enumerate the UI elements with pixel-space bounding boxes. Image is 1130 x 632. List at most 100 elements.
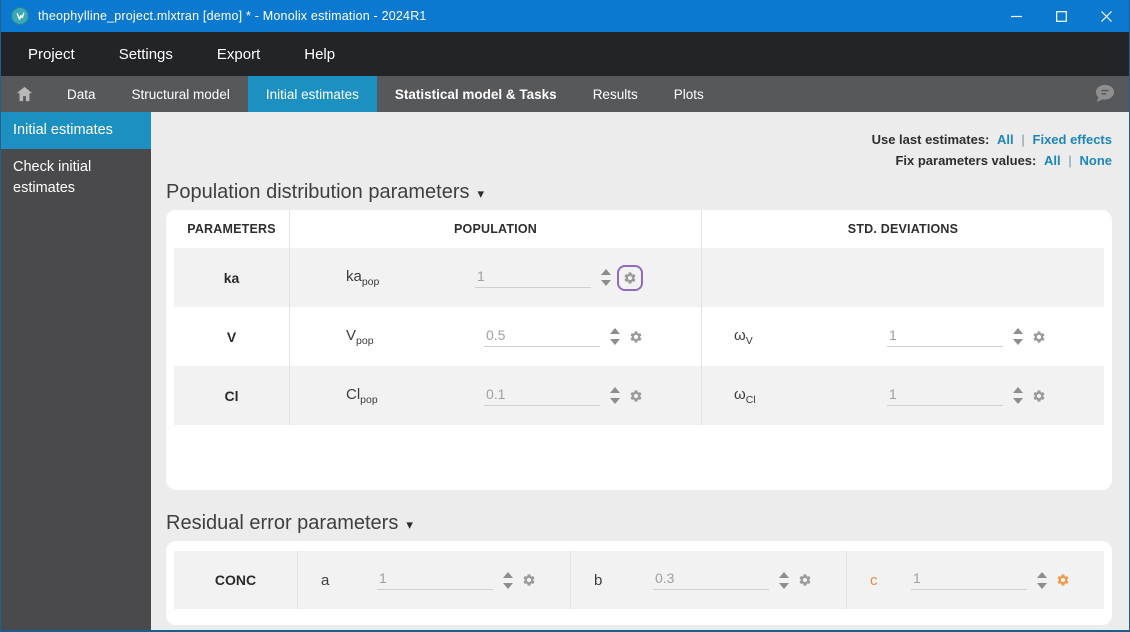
error-param-a-label: a bbox=[321, 572, 329, 589]
error-param-b-label: b bbox=[594, 572, 602, 589]
param-name: Cl bbox=[174, 366, 290, 425]
value-stepper[interactable] bbox=[601, 269, 611, 286]
sidebar-item-check-initial-estimates[interactable]: Check initial estimates bbox=[1, 149, 151, 207]
minimize-button[interactable] bbox=[994, 0, 1039, 32]
stepper-up-icon bbox=[1013, 328, 1023, 334]
collapse-caret-icon: ▾ bbox=[478, 186, 485, 202]
table-row-conc: CONC a 1 b 0.3 bbox=[174, 551, 1104, 609]
std-param-label: ωCl bbox=[734, 386, 756, 406]
maximize-button[interactable] bbox=[1039, 0, 1084, 32]
c-value-input[interactable]: 1 bbox=[911, 570, 1027, 590]
feedback-bubble-icon[interactable] bbox=[1093, 76, 1129, 112]
std-param-label: ωV bbox=[734, 327, 753, 347]
title-bar: theophylline_project.mlxtran [demo] * - … bbox=[1, 0, 1129, 32]
population-card: PARAMETERS POPULATION STD. DEVIATIONS ka… bbox=[166, 210, 1112, 490]
column-header-parameters: PARAMETERS bbox=[174, 210, 290, 248]
cl-pop-value-input[interactable]: 0.1 bbox=[484, 386, 600, 406]
b-settings-gear-icon[interactable] bbox=[798, 573, 812, 587]
stepper-up-icon bbox=[601, 269, 611, 275]
population-section-title[interactable]: Population distribution parameters ▾ bbox=[166, 181, 1112, 204]
pop-param-label: Clpop bbox=[346, 386, 378, 406]
empty-std-cell bbox=[702, 248, 1104, 307]
residual-card: CONC a 1 b 0.3 bbox=[166, 541, 1112, 625]
tab-initial-estimates[interactable]: Initial estimates bbox=[248, 76, 377, 112]
c-settings-gear-icon[interactable] bbox=[1056, 573, 1070, 587]
param-name: ka bbox=[174, 248, 290, 307]
collapse-caret-icon: ▾ bbox=[406, 517, 413, 533]
separator: | bbox=[1021, 132, 1025, 147]
stepper-up-icon bbox=[1013, 387, 1023, 393]
main-content: Use last estimates: All | Fixed effects … bbox=[151, 112, 1129, 630]
stepper-up-icon bbox=[610, 328, 620, 334]
value-stepper[interactable] bbox=[1037, 572, 1047, 589]
stepper-down-icon bbox=[1013, 398, 1023, 404]
stepper-down-icon bbox=[610, 339, 620, 345]
ka-pop-value-input[interactable]: 1 bbox=[475, 268, 591, 288]
app-window: theophylline_project.mlxtran [demo] * - … bbox=[0, 0, 1130, 632]
cl-pop-settings-gear-icon[interactable] bbox=[629, 389, 643, 403]
table-row-v: V Vpop 0.5 ωV 1 bbox=[174, 307, 1104, 366]
stepper-down-icon bbox=[610, 398, 620, 404]
menu-project[interactable]: Project bbox=[28, 46, 75, 63]
sidebar-item-initial-estimates[interactable]: Initial estimates bbox=[1, 112, 151, 149]
value-stepper[interactable] bbox=[503, 572, 513, 589]
a-value-input[interactable]: 1 bbox=[377, 570, 493, 590]
pop-param-label: Vpop bbox=[346, 327, 374, 347]
use-last-all-link[interactable]: All bbox=[997, 132, 1014, 147]
home-icon[interactable] bbox=[1, 76, 49, 112]
value-stepper[interactable] bbox=[1013, 328, 1023, 345]
value-stepper[interactable] bbox=[610, 328, 620, 345]
use-last-fixed-effects-link[interactable]: Fixed effects bbox=[1033, 132, 1112, 147]
tab-results[interactable]: Results bbox=[575, 76, 656, 112]
stepper-down-icon bbox=[601, 280, 611, 286]
population-table-header: PARAMETERS POPULATION STD. DEVIATIONS bbox=[174, 210, 1104, 248]
sidebar: Initial estimates Check initial estimate… bbox=[1, 112, 151, 630]
output-name: CONC bbox=[174, 551, 298, 609]
stepper-down-icon bbox=[1013, 339, 1023, 345]
value-stepper[interactable] bbox=[779, 572, 789, 589]
monolix-logo-icon bbox=[11, 7, 29, 25]
stepper-up-icon bbox=[1037, 572, 1047, 578]
value-stepper[interactable] bbox=[610, 387, 620, 404]
ka-pop-settings-gear-icon[interactable] bbox=[617, 265, 643, 291]
use-last-estimates-label: Use last estimates: bbox=[872, 132, 990, 147]
table-row-cl: Cl Clpop 0.1 ωCl 1 bbox=[174, 366, 1104, 425]
table-row-ka: ka kapop 1 bbox=[174, 248, 1104, 307]
stepper-up-icon bbox=[610, 387, 620, 393]
value-stepper[interactable] bbox=[1013, 387, 1023, 404]
tab-structural-model[interactable]: Structural model bbox=[114, 76, 248, 112]
v-pop-settings-gear-icon[interactable] bbox=[629, 330, 643, 344]
residual-section-title[interactable]: Residual error parameters ▾ bbox=[166, 512, 1112, 535]
menu-help[interactable]: Help bbox=[304, 46, 335, 63]
tab-plots[interactable]: Plots bbox=[656, 76, 722, 112]
stepper-down-icon bbox=[1037, 583, 1047, 589]
fix-parameters-label: Fix parameters values: bbox=[895, 153, 1036, 168]
omega-v-value-input[interactable]: 1 bbox=[887, 327, 1003, 347]
menu-settings[interactable]: Settings bbox=[119, 46, 173, 63]
window-title: theophylline_project.mlxtran [demo] * - … bbox=[38, 9, 427, 23]
fix-none-link[interactable]: None bbox=[1080, 153, 1113, 168]
a-settings-gear-icon[interactable] bbox=[522, 573, 536, 587]
close-button[interactable] bbox=[1084, 0, 1129, 32]
omega-cl-value-input[interactable]: 1 bbox=[887, 386, 1003, 406]
stepper-down-icon bbox=[779, 583, 789, 589]
v-pop-value-input[interactable]: 0.5 bbox=[484, 327, 600, 347]
error-param-c-label: c bbox=[870, 572, 878, 589]
b-value-input[interactable]: 0.3 bbox=[653, 570, 769, 590]
tab-data[interactable]: Data bbox=[49, 76, 114, 112]
fix-all-link[interactable]: All bbox=[1044, 153, 1061, 168]
menu-export[interactable]: Export bbox=[217, 46, 260, 63]
omega-cl-settings-gear-icon[interactable] bbox=[1032, 389, 1046, 403]
stepper-up-icon bbox=[503, 572, 513, 578]
tab-bar: Data Structural model Initial estimates … bbox=[1, 76, 1129, 112]
tab-statistical-model-tasks[interactable]: Statistical model & Tasks bbox=[377, 76, 575, 112]
stepper-down-icon bbox=[503, 583, 513, 589]
separator: | bbox=[1068, 153, 1072, 168]
column-header-std-deviations: STD. DEVIATIONS bbox=[702, 210, 1104, 248]
menu-bar: Project Settings Export Help bbox=[1, 32, 1129, 76]
omega-v-settings-gear-icon[interactable] bbox=[1032, 330, 1046, 344]
stepper-up-icon bbox=[779, 572, 789, 578]
pop-param-label: kapop bbox=[346, 268, 379, 288]
estimates-links: Use last estimates: All | Fixed effects … bbox=[166, 129, 1112, 171]
column-header-population: POPULATION bbox=[290, 210, 702, 248]
